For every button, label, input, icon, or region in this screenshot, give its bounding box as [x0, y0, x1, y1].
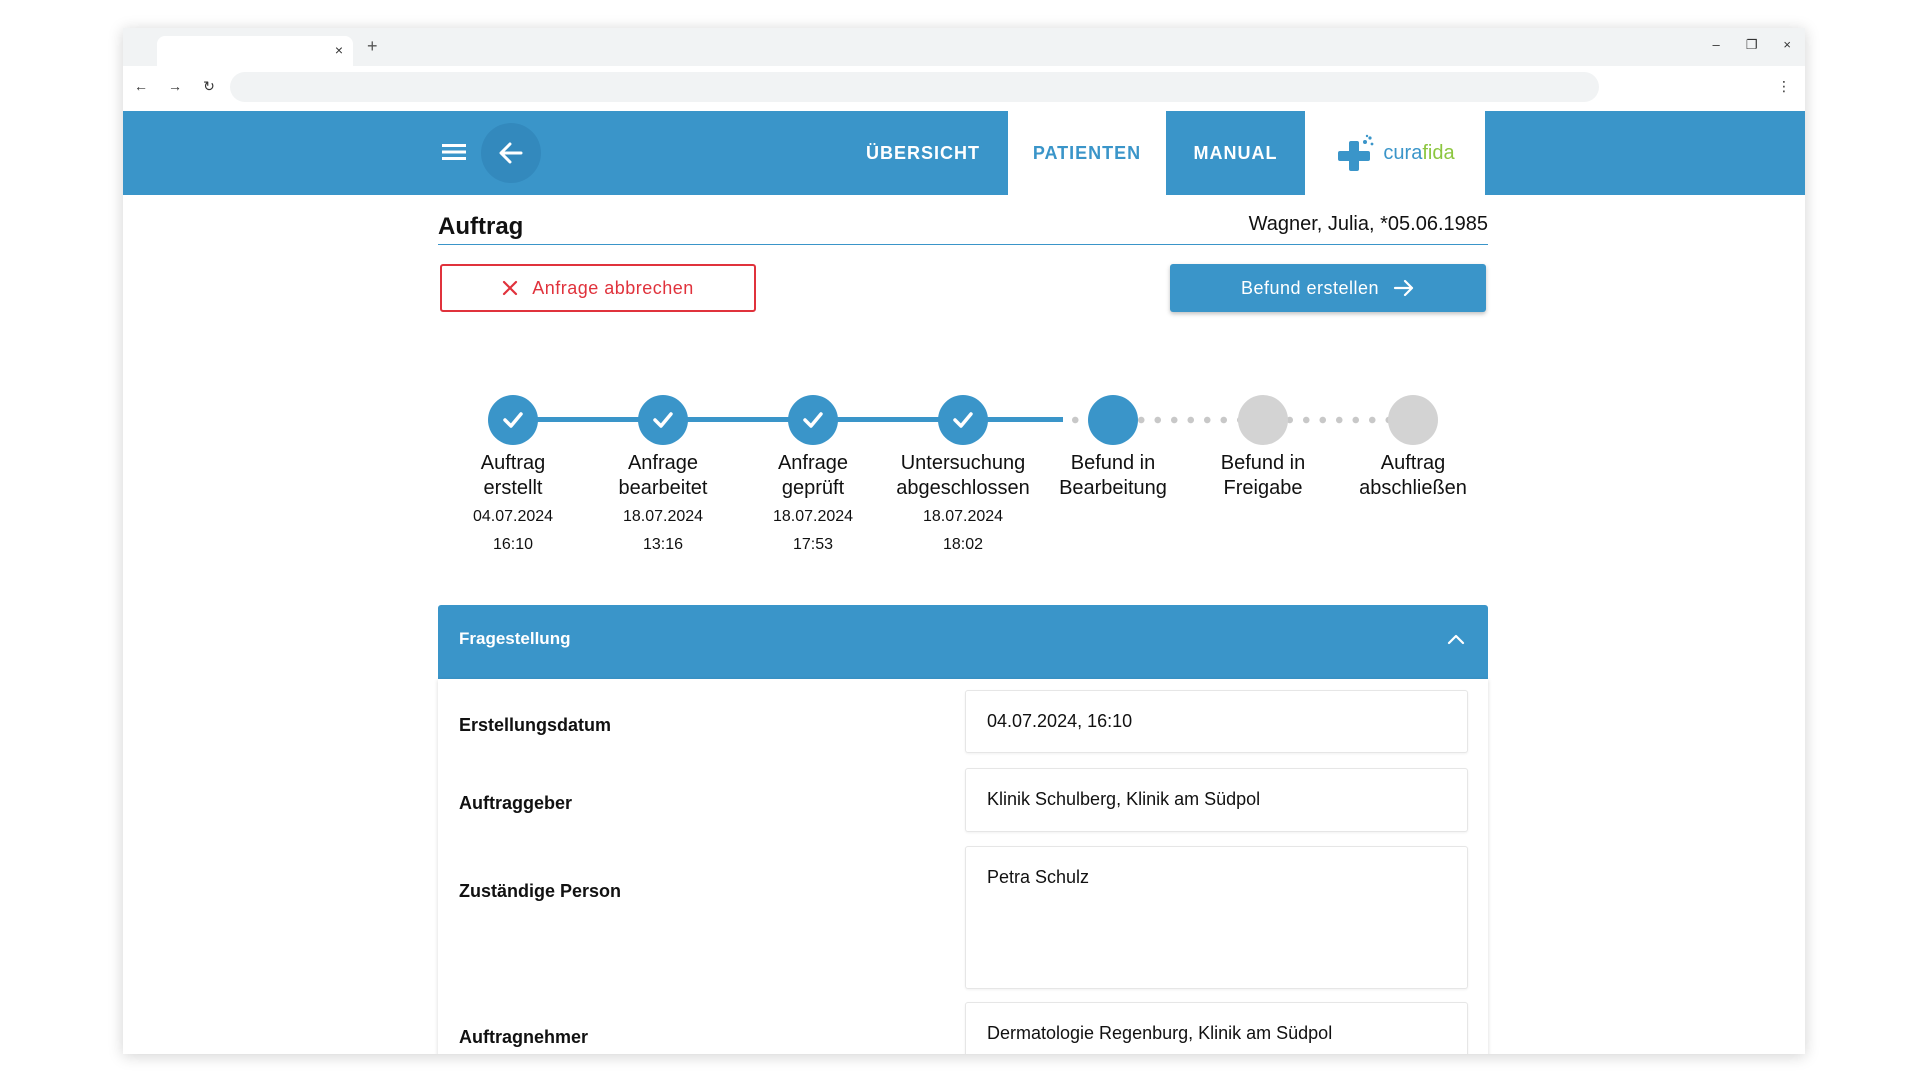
fragestellung-panel-body: Erstellungsdatum 04.07.2024, 16:10 Auftr… — [438, 679, 1488, 1054]
step-2-text: Anfrage bearbeitet 18.07.2024 13:16 — [618, 452, 708, 553]
curafida-cross-icon — [1338, 134, 1374, 171]
check-icon — [653, 412, 673, 428]
step-1-indicator — [488, 395, 538, 445]
fragestellung-panel-header[interactable]: Fragestellung — [438, 605, 1488, 679]
nav-patienten[interactable]: PATIENTEN — [1008, 111, 1166, 195]
step-7-text: Auftrag abschließen — [1359, 452, 1467, 499]
address-bar[interactable] — [230, 72, 1599, 102]
nav-manual[interactable]: MANUAL — [1166, 111, 1305, 195]
chevron-up-icon[interactable] — [1446, 632, 1466, 646]
new-tab-icon[interactable]: + — [367, 37, 378, 55]
minimize-icon[interactable]: – — [1713, 37, 1720, 53]
browser-window: × + – ❐ × ← → ↻ ⋮ ÜBERSICHT PATIENTEN MA… — [123, 28, 1805, 1054]
progress-stepper: Auftrag erstellt 04.07.2024 16:10 Anfrag… — [438, 195, 1488, 553]
step-6-indicator — [1238, 395, 1288, 445]
browser-forward-icon[interactable]: → — [167, 78, 183, 95]
field-value-erstellungsdatum: 04.07.2024, 16:10 — [965, 690, 1468, 753]
step-4-text: Untersuchung abgeschlossen 18.07.2024 18… — [896, 452, 1030, 553]
main-content: Auftrag Wagner, Julia, *05.06.1985 Anfra… — [438, 195, 1488, 1054]
field-label-zustaendige-person: Zuständige Person — [459, 881, 622, 901]
step-5-text: Befund in Bearbeitung — [1059, 452, 1167, 499]
check-icon — [503, 412, 523, 428]
check-icon — [803, 412, 823, 428]
hamburger-menu-icon[interactable] — [440, 138, 468, 166]
panel-title: Fragestellung — [459, 629, 571, 648]
reload-icon[interactable]: ↻ — [201, 78, 217, 95]
step-3-text: Anfrage geprüft 18.07.2024 17:53 — [772, 452, 854, 553]
nav-uebersicht[interactable]: ÜBERSICHT — [838, 111, 1008, 195]
browser-tab[interactable]: × — [157, 36, 353, 66]
tab-close-icon[interactable]: × — [335, 42, 343, 58]
browser-back-icon[interactable]: ← — [133, 78, 149, 95]
field-label-auftragnehmer: Auftragnehmer — [459, 1027, 589, 1047]
step-1-text: Auftrag erstellt 04.07.2024 16:10 — [472, 452, 554, 553]
field-value-auftragnehmer: Dermatologie Regenburg, Klinik am Südpol — [965, 1002, 1468, 1054]
field-value-zustaendige-person: Petra Schulz — [965, 846, 1468, 989]
step-5-indicator — [1088, 395, 1138, 445]
browser-menu-icon[interactable]: ⋮ — [1777, 78, 1791, 94]
restore-icon[interactable]: ❐ — [1746, 37, 1758, 53]
browser-toolbar: ← → ↻ ⋮ — [123, 66, 1805, 112]
tab-strip: × + – ❐ × — [123, 28, 1805, 66]
window-close-icon[interactable]: × — [1783, 37, 1791, 53]
step-2-indicator — [638, 395, 688, 445]
arrow-left-icon — [499, 142, 523, 164]
field-label-auftraggeber: Auftraggeber — [459, 793, 573, 813]
step-3-indicator — [788, 395, 838, 445]
back-button[interactable] — [481, 123, 541, 183]
curafida-logo[interactable]: curafida — [1305, 111, 1485, 195]
app-header: ÜBERSICHT PATIENTEN MANUAL curafida — [123, 111, 1805, 195]
step-7-indicator — [1388, 395, 1438, 445]
field-value-auftraggeber: Klinik Schulberg, Klinik am Südpol — [965, 768, 1468, 832]
logo-wordmark: curafida — [1383, 141, 1455, 164]
check-icon — [953, 412, 973, 428]
browser-nav-buttons: ← → ↻ — [133, 78, 217, 95]
window-controls: – ❐ × — [1713, 37, 1791, 53]
step-6-text: Befund in Freigabe — [1220, 452, 1306, 499]
step-4-indicator — [938, 395, 988, 445]
field-label-erstellungsdatum: Erstellungsdatum — [459, 715, 612, 735]
